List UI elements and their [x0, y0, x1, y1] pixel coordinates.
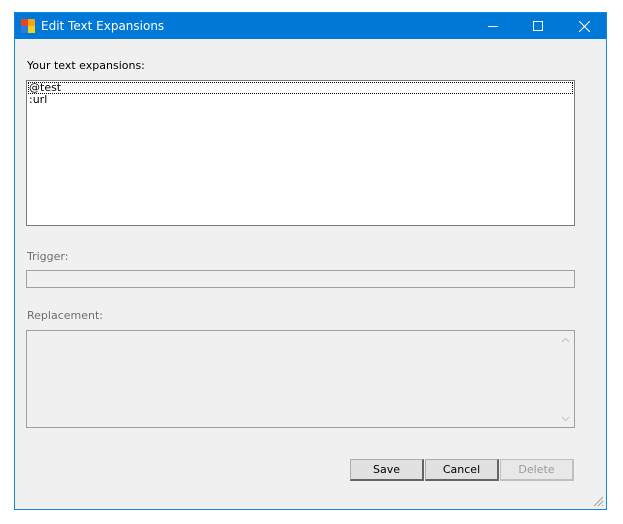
- replacement-textarea[interactable]: [26, 330, 575, 428]
- list-item[interactable]: :url: [28, 94, 573, 106]
- maximize-button[interactable]: [515, 13, 561, 39]
- close-icon: [578, 20, 590, 32]
- close-button[interactable]: [561, 13, 607, 39]
- title-bar[interactable]: Edit Text Expansions: [15, 13, 606, 39]
- replacement-scrollbar[interactable]: [557, 331, 574, 427]
- minimize-button[interactable]: [470, 13, 516, 39]
- trigger-label: Trigger:: [27, 250, 69, 263]
- trigger-input[interactable]: [26, 270, 575, 288]
- expansions-listbox[interactable]: @test :url: [26, 80, 575, 226]
- maximize-icon: [533, 21, 543, 31]
- cancel-button[interactable]: Cancel: [425, 459, 499, 481]
- replacement-label: Replacement:: [27, 309, 103, 322]
- edit-text-expansions-window: Edit Text Expansions Your text expansion…: [14, 12, 607, 510]
- window-title: Edit Text Expansions: [41, 19, 165, 33]
- chevron-down-icon: [561, 416, 570, 421]
- save-button[interactable]: Save: [350, 459, 424, 481]
- chevron-up-icon: [561, 337, 570, 342]
- scroll-down-button[interactable]: [557, 410, 574, 427]
- app-icon: [21, 19, 35, 33]
- delete-button[interactable]: Delete: [500, 459, 574, 481]
- scroll-up-button[interactable]: [557, 331, 574, 348]
- resize-grip-icon[interactable]: [592, 495, 604, 507]
- expansions-label: Your text expansions:: [27, 59, 145, 72]
- minimize-icon: [488, 26, 498, 27]
- list-item[interactable]: @test: [28, 82, 573, 94]
